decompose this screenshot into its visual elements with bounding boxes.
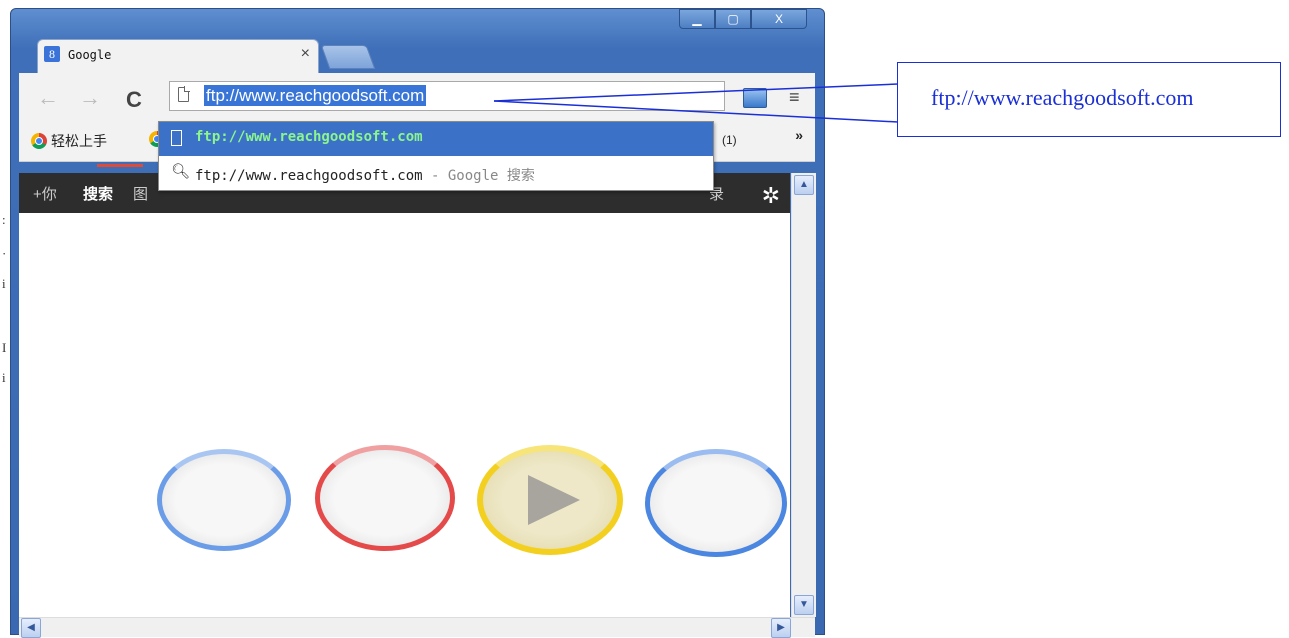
callout-box: ftp://www.reachgoodsoft.com <box>897 62 1281 137</box>
callout-line <box>493 83 899 102</box>
callout-text: ftp://www.reachgoodsoft.com <box>931 85 1194 110</box>
callout-line <box>493 100 899 123</box>
